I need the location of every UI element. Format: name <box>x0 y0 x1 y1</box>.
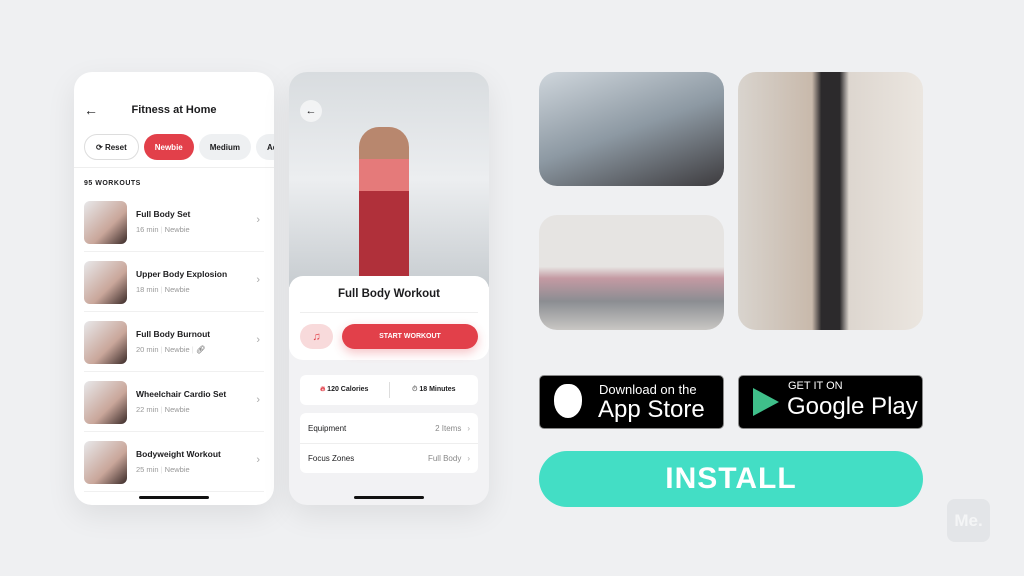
equipment-row[interactable]: Equipment 2 Items › <box>300 413 478 443</box>
apple-logo-icon <box>554 384 582 418</box>
workout-list-screen: ← Fitness at Home ⟳ Reset Newbie Medium … <box>74 72 274 505</box>
workout-meta: 16 min | Newbie <box>136 225 190 234</box>
filter-newbie[interactable]: Newbie <box>143 134 194 160</box>
home-indicator <box>354 496 424 499</box>
workout-count: 95 WORKOUTS <box>84 180 141 187</box>
music-button[interactable]: ♫ <box>300 324 333 349</box>
back-arrow-icon[interactable]: ← <box>300 100 322 122</box>
workout-level: Newbie <box>164 405 190 414</box>
duration-value: 18 Minutes <box>419 386 456 393</box>
workout-duration: 20 min <box>136 345 159 354</box>
workout-duration: 22 min <box>136 405 159 414</box>
photo-treadmill-walk <box>738 72 923 330</box>
workout-level: Newbie <box>164 225 190 234</box>
chevron-right-icon: › <box>256 214 260 226</box>
filter-medium[interactable]: Medium <box>198 134 251 160</box>
watermark-logo: Me. <box>947 499 990 542</box>
home-indicator <box>139 496 209 499</box>
app-store-badge[interactable]: Download on the App Store <box>539 375 724 429</box>
workout-name: Upper Body Explosion <box>136 269 228 279</box>
divider <box>74 167 274 168</box>
workout-meta: 20 min | Newbie | 🔗︎ <box>136 345 206 354</box>
google-play-logo-icon <box>753 388 779 416</box>
calories-stat: 🔥︎ 120 Calories <box>300 386 389 394</box>
chevron-right-icon: › <box>256 274 260 286</box>
workout-thumbnail <box>84 201 127 244</box>
workout-card: Full Body Workout ♫ START WORKOUT <box>289 276 489 360</box>
row-value: 2 Items <box>435 423 462 433</box>
workout-meta: 18 min | Newbie <box>136 285 190 294</box>
workout-name: Full Body Set <box>136 209 191 219</box>
focus-zones-row[interactable]: Focus Zones Full Body › <box>300 443 478 473</box>
filter-chips: ⟳ Reset Newbie Medium Advance <box>84 134 274 160</box>
music-note-icon: ♫ <box>312 330 321 343</box>
page-title: Fitness at Home <box>131 104 217 116</box>
row-value: Full Body <box>427 454 462 463</box>
workout-duration: 25 min <box>136 465 159 474</box>
workout-list-item[interactable]: Upper Body Explosion 18 min | Newbie › <box>84 252 264 312</box>
workout-thumbnail <box>84 381 127 424</box>
workout-list-item[interactable]: Full Body Set 16 min | Newbie › <box>84 192 264 252</box>
badge-title: App Store <box>598 396 705 423</box>
row-label: Focus Zones <box>308 454 355 463</box>
link-icon: 🔗︎ <box>195 345 206 354</box>
photo-glute-bridge <box>539 215 724 330</box>
workout-thumbnail <box>84 321 127 364</box>
divider <box>300 312 478 313</box>
workout-level: Newbie <box>164 285 190 294</box>
duration-stat: ⏱ 18 Minutes <box>390 386 479 394</box>
workout-stats: 🔥︎ 120 Calories ⏱ 18 Minutes <box>300 375 478 405</box>
chevron-right-icon: › <box>256 334 260 346</box>
workout-name: Full Body Burnout <box>136 329 211 339</box>
workout-duration: 16 min <box>136 225 159 234</box>
workout-list-item[interactable]: Full Body Burnout 20 min | Newbie | 🔗︎ › <box>84 312 264 372</box>
chevron-right-icon: › <box>256 394 260 406</box>
workout-meta: 22 min | Newbie <box>136 405 190 414</box>
badge-caption: Download on the <box>599 382 697 397</box>
workout-meta: 25 min | Newbie <box>136 465 190 474</box>
workout-name: Wheelchair Cardio Set <box>136 389 227 399</box>
install-button[interactable]: INSTALL <box>539 451 923 507</box>
workout-thumbnail <box>84 441 127 484</box>
filter-reset[interactable]: ⟳ Reset <box>84 134 139 160</box>
chevron-right-icon: › <box>256 454 260 466</box>
workout-list-item[interactable]: Bodyweight Workout 25 min | Newbie › <box>84 432 264 492</box>
google-play-badge[interactable]: GET IT ON Google Play <box>738 375 923 429</box>
workout-level: Newbie <box>164 345 190 354</box>
row-label: Equipment <box>308 423 347 433</box>
badge-caption: GET IT ON <box>788 380 843 392</box>
detail-list: Equipment 2 Items › Focus Zones Full Body › <box>300 413 478 473</box>
workout-list-item[interactable]: Wheelchair Cardio Set 22 min | Newbie › <box>84 372 264 432</box>
calories-value: 120 Calories <box>327 386 369 393</box>
workout-title: Full Body Workout <box>337 288 440 300</box>
photo-dumbbell-row <box>539 72 724 186</box>
badge-title: Google Play <box>787 393 918 420</box>
workout-thumbnail <box>84 261 127 304</box>
workout-level: Newbie <box>164 465 190 474</box>
filter-advance[interactable]: Advance <box>255 134 274 160</box>
start-workout-button[interactable]: START WORKOUT <box>342 324 478 349</box>
reset-icon: ⟳ <box>96 142 105 152</box>
chevron-right-icon: › <box>467 423 470 433</box>
workout-duration: 18 min <box>136 285 159 294</box>
workout-name: Bodyweight Workout <box>136 449 221 459</box>
chevron-right-icon: › <box>467 454 470 463</box>
workout-detail-screen: ← Full Body Workout ♫ START WORKOUT 🔥︎ 1… <box>289 72 489 505</box>
